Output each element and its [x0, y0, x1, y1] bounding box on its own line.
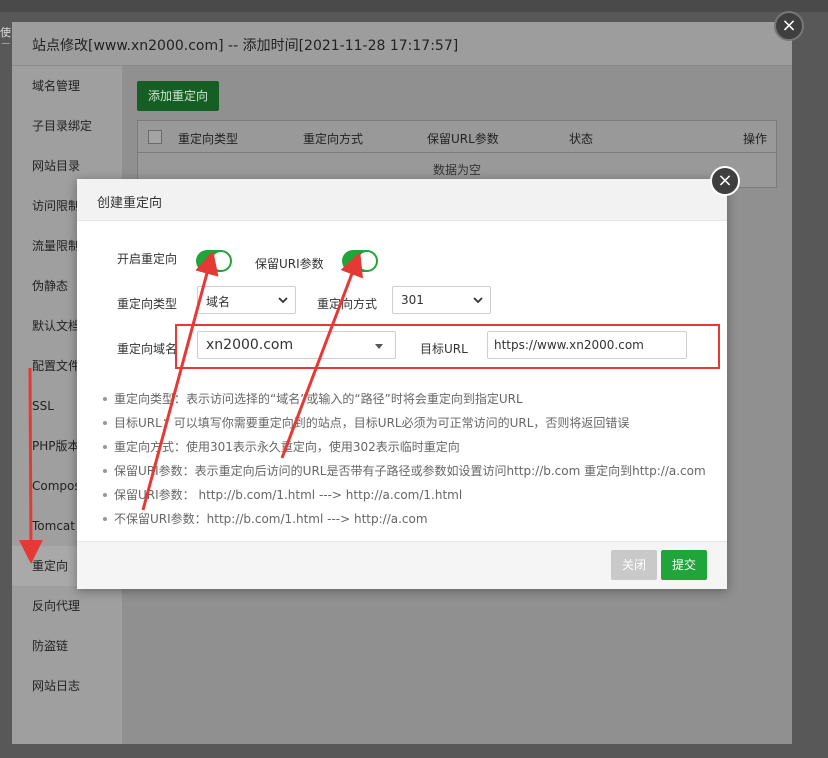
- keep-uri-toggle[interactable]: [342, 250, 378, 272]
- help-note: 不保留URI参数：http://b.com/1.html ---> http:/…: [103, 507, 714, 531]
- column-header: 重定向类型: [178, 132, 239, 146]
- sidebar-item-reverse-proxy[interactable]: 反向代理: [12, 586, 122, 626]
- submit-button[interactable]: 提交: [661, 550, 707, 580]
- column-header: 状态: [569, 132, 594, 146]
- sidebar-item-site-log[interactable]: 网站日志: [12, 666, 122, 706]
- column-header: 保留URL参数: [427, 132, 499, 146]
- table-empty-text: 数据为空: [432, 163, 481, 177]
- create-redirect-dialog: 创建重定向 × 开启重定向 保留URI参数 重定向类型 域名 重定向方式 301…: [77, 166, 740, 589]
- select-all-checkbox[interactable]: [148, 130, 162, 144]
- sidebar-item-domain[interactable]: 域名管理: [12, 66, 122, 106]
- chevron-down-icon: [473, 297, 483, 304]
- help-note: 目标URL：可以填写你需要重定向到的站点，目标URL必须为可正常访问的URL，否…: [103, 411, 714, 435]
- redirect-method-value: 301: [401, 293, 424, 307]
- sidebar-item-hotlink[interactable]: 防盗链: [12, 626, 122, 666]
- redirect-method-label: 重定向方式: [317, 297, 378, 311]
- table-header: 重定向类型 重定向方式 保留URL参数 状态 操作: [138, 121, 776, 153]
- enable-redirect-label: 开启重定向: [117, 252, 178, 266]
- help-notes: 重定向类型：表示访问选择的“域名”或输入的“路径”时将会重定向到指定URL 目标…: [103, 387, 714, 531]
- redirect-method-select[interactable]: 301: [392, 286, 491, 314]
- redirect-type-select[interactable]: 域名: [197, 286, 296, 314]
- site-edit-header: 站点修改[www.xn2000.com] -- 添加时间[2021-11-28 …: [12, 22, 792, 66]
- help-note: 重定向方式：使用301表示永久重定向，使用302表示临时重定向: [103, 435, 714, 459]
- redirect-table: 重定向类型 重定向方式 保留URL参数 状态 操作 数据为空: [137, 120, 777, 188]
- redirect-type-value: 域名: [206, 295, 231, 309]
- sidebar-item-subdir[interactable]: 子目录绑定: [12, 106, 122, 146]
- column-header: 操作: [743, 132, 768, 146]
- add-redirect-button[interactable]: 添加重定向: [137, 81, 219, 111]
- background-top-strip: [0, 0, 828, 12]
- site-edit-title: 站点修改[www.xn2000.com] -- 添加时间[2021-11-28 …: [32, 38, 459, 54]
- background-fragment-text: 使用: [0, 26, 11, 44]
- dialog-close-icon[interactable]: ×: [710, 166, 740, 196]
- annotation-highlight-box: [175, 324, 720, 369]
- column-header: 重定向方式: [303, 132, 364, 146]
- toggle-knob: [358, 252, 376, 270]
- dialog-footer: 关闭 提交: [77, 541, 727, 589]
- enable-redirect-toggle[interactable]: [196, 250, 232, 272]
- close-button[interactable]: 关闭: [611, 550, 657, 580]
- help-note: 保留URI参数：表示重定向后访问的URL是否带有子路径或参数如设置访问http:…: [103, 459, 714, 483]
- keep-uri-label: 保留URI参数: [255, 257, 324, 271]
- redirect-domain-label: 重定向域名: [117, 342, 178, 356]
- outer-close-icon[interactable]: ×: [774, 11, 804, 41]
- help-note: 重定向类型：表示访问选择的“域名”或输入的“路径”时将会重定向到指定URL: [103, 387, 714, 411]
- dialog-header: 创建重定向: [77, 179, 727, 221]
- toggle-knob: [212, 252, 230, 270]
- chevron-down-icon: [278, 297, 288, 304]
- help-note: 保留URI参数： http://b.com/1.html ---> http:/…: [103, 483, 714, 507]
- dialog-title: 创建重定向: [97, 196, 163, 211]
- redirect-type-label: 重定向类型: [117, 297, 178, 311]
